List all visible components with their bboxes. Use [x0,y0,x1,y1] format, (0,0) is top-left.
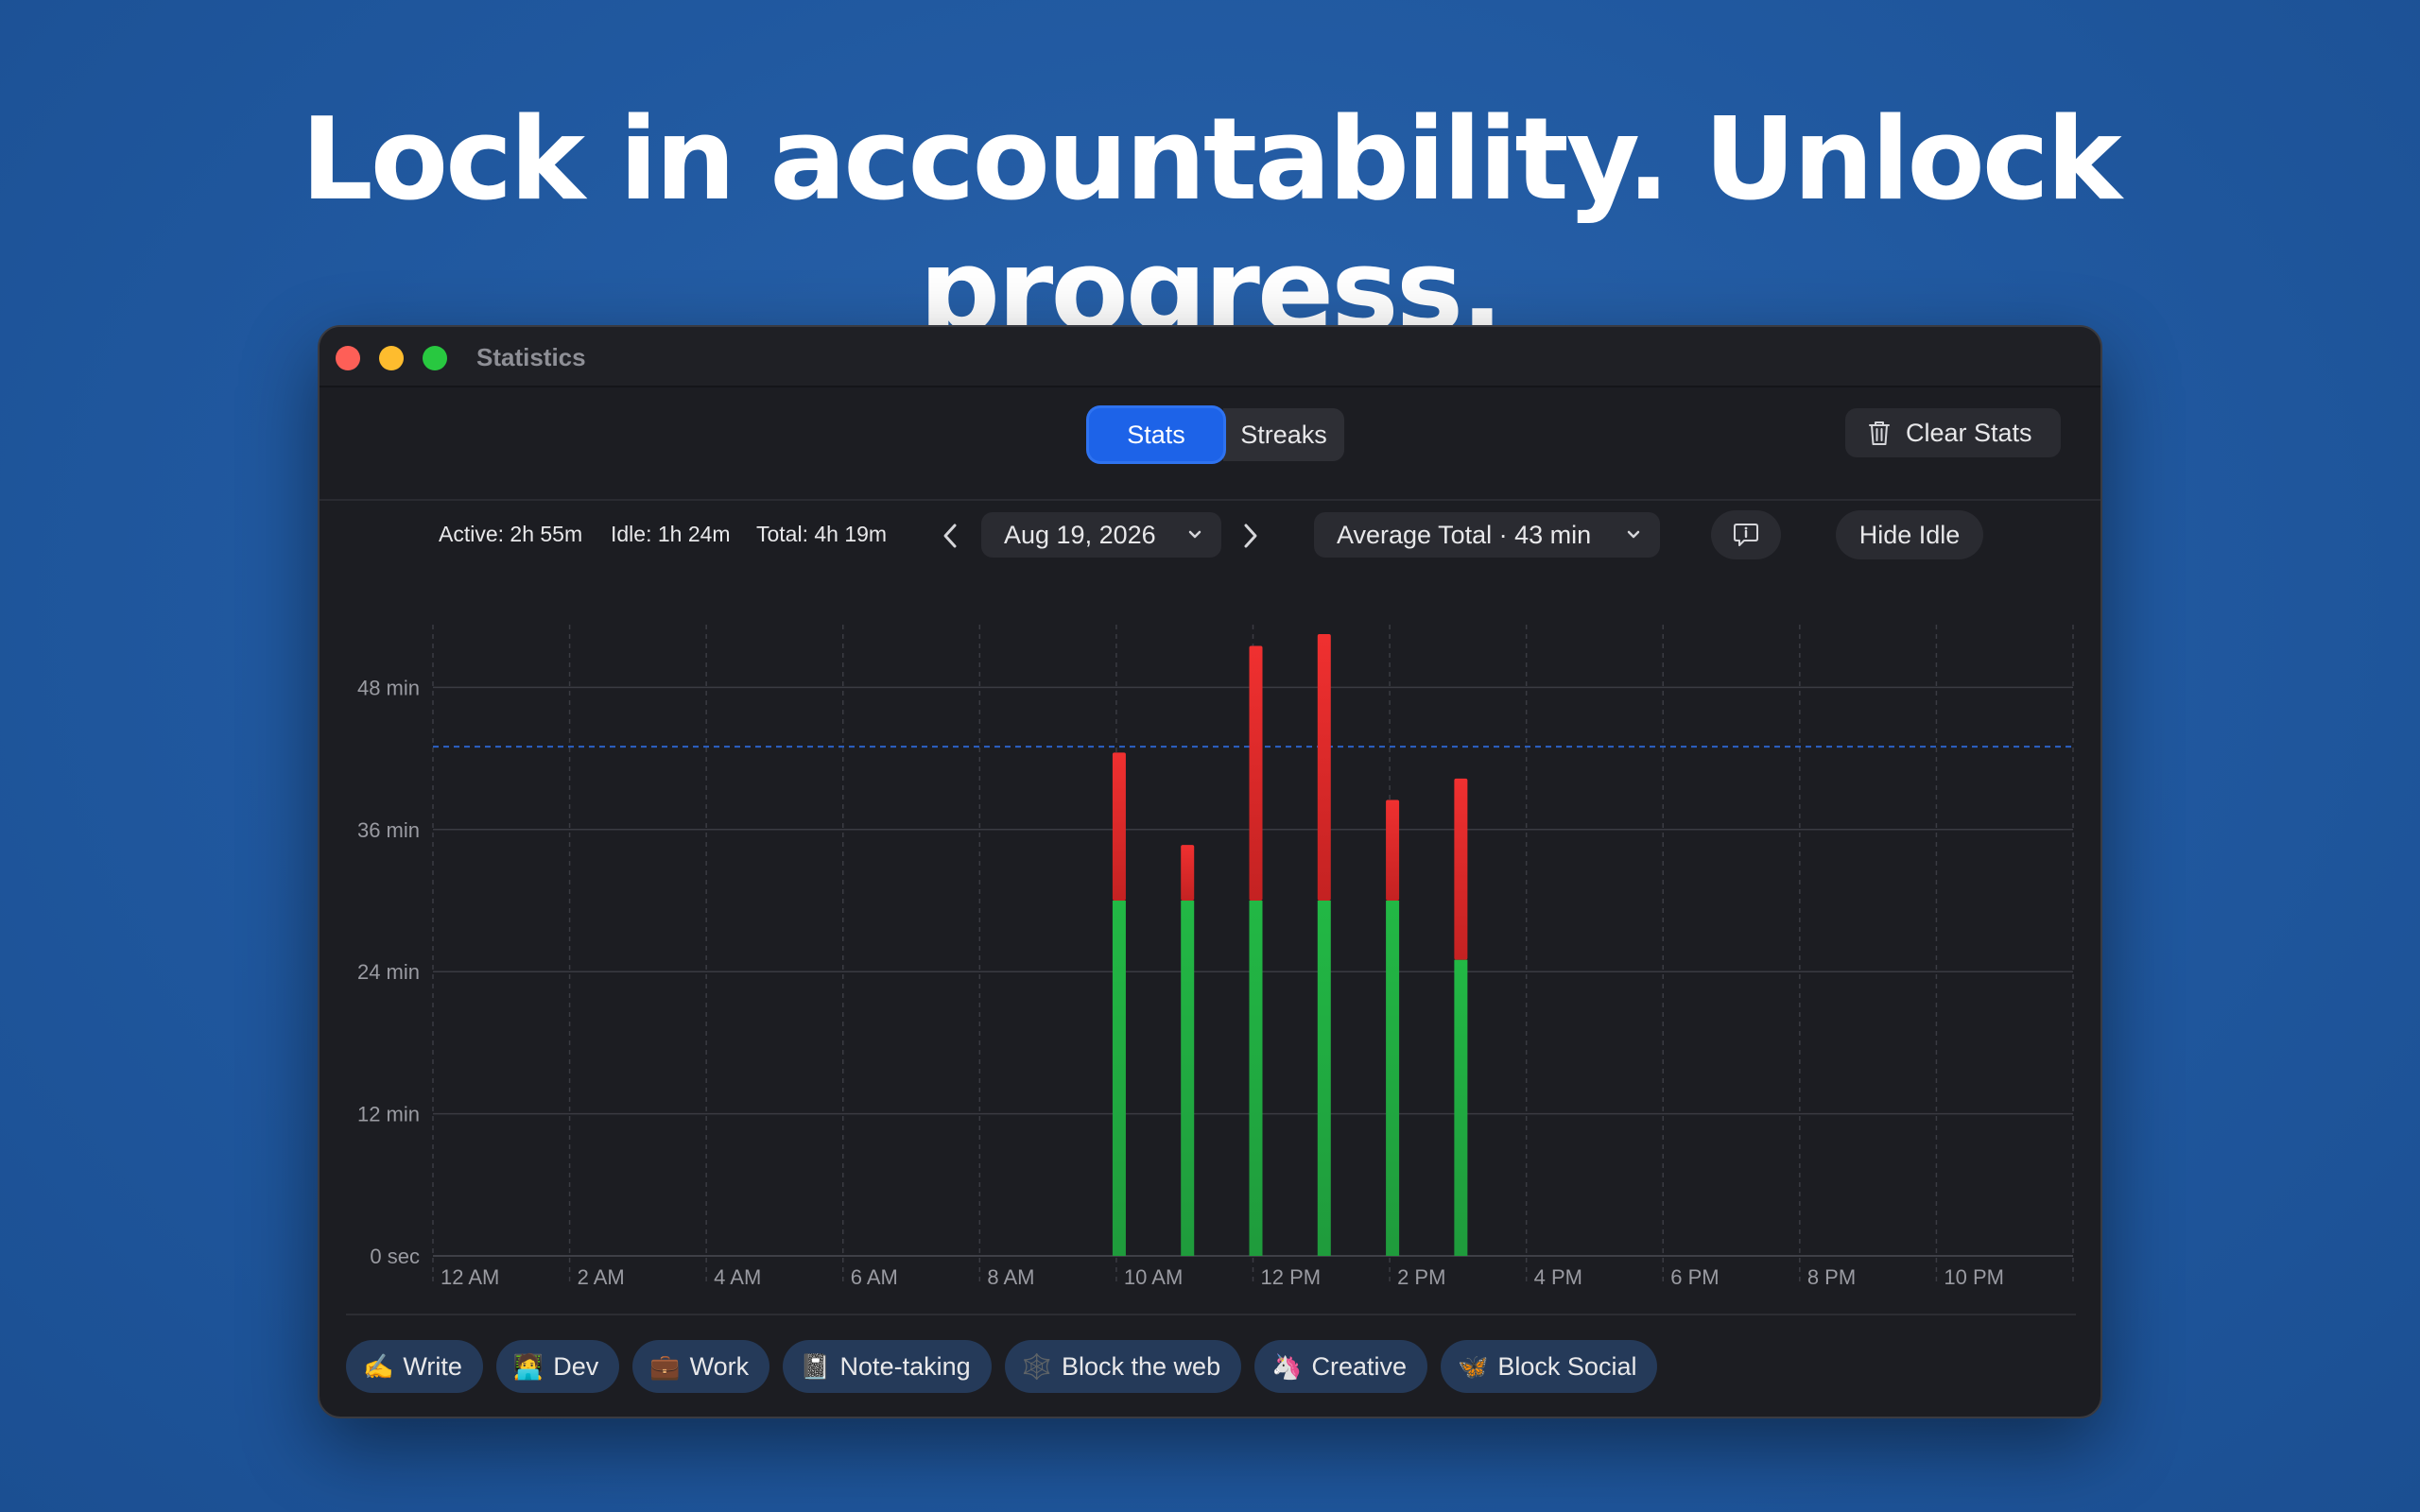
profile-label: Block Social [1497,1351,1637,1381]
x-tick-label: 2 PM [1397,1265,1445,1289]
idle-bar [1249,645,1263,901]
x-tick-label: 4 PM [1534,1265,1582,1289]
profile-chip[interactable]: 💼 Work [632,1340,770,1393]
x-tick-label: 8 PM [1807,1265,1856,1289]
profile-label: Dev [553,1351,599,1381]
idle-bar [1112,752,1126,901]
x-tick-label: 12 AM [441,1265,499,1289]
x-tick-label: 8 AM [987,1265,1034,1289]
idle-bar [1181,845,1195,901]
profile-chip[interactable]: 🦄 Creative [1254,1340,1428,1393]
profile-emoji-icon: ✍️ [363,1351,394,1381]
x-tick-label: 4 AM [714,1265,761,1289]
active-bar [1454,959,1468,1256]
profile-emoji-icon: 🕸️ [1021,1351,1052,1381]
hourly-activity-chart: 0 sec 12 min 24 min 36 min 48 min 12 AM 2 AM 4 … [357,625,2074,1289]
profile-emoji-icon: 📓 [800,1351,831,1381]
profile-label: Work [689,1351,750,1381]
statistics-window: Statistics Streaks Stats Clear Stats Act… [318,325,2102,1418]
profile-emoji-icon: 🧑‍💻 [512,1351,544,1381]
profile-label: Block the web [1062,1351,1221,1381]
x-tick-label: 6 PM [1670,1265,1719,1289]
idle-bar [1317,634,1331,901]
profile-chips: ✍️ Write 🧑‍💻 Dev 💼 Work 📓 Note-taking 🕸️ Block th… [346,1340,1658,1393]
y-tick-label: 12 min [357,1103,420,1126]
hero-headline: Lock in accountability. Unlock progress. [301,94,2121,357]
active-bar [1249,901,1263,1256]
profile-label: Creative [1311,1351,1408,1381]
divider [346,1314,2076,1315]
x-tick-label: 10 AM [1124,1265,1183,1289]
profile-label: Write [403,1351,462,1381]
x-tick-label: 12 PM [1261,1265,1322,1289]
y-tick-label: 0 sec [370,1245,420,1268]
active-bar [1317,901,1331,1256]
profile-emoji-icon: 💼 [649,1351,681,1381]
profile-chip[interactable]: 🧑‍💻 Dev [495,1340,620,1393]
profile-chip[interactable]: 🦋 Block Social [1441,1340,1658,1393]
profile-chip[interactable]: 📓 Note-taking [783,1340,992,1393]
active-bar [1181,901,1195,1256]
y-tick-label: 48 min [357,676,420,699]
profile-label: Note-taking [839,1351,971,1381]
idle-bar [1386,799,1400,901]
active-bar [1386,901,1400,1256]
active-bar [1112,901,1126,1256]
y-tick-label: 24 min [357,960,420,984]
profile-chip[interactable]: 🕸️ Block the web [1004,1340,1242,1393]
x-tick-label: 6 AM [851,1265,898,1289]
x-tick-label: 10 PM [1944,1265,2004,1289]
profile-chip[interactable]: ✍️ Write [346,1340,483,1393]
profile-emoji-icon: 🦄 [1271,1351,1303,1381]
x-tick-label: 2 AM [578,1265,625,1289]
y-tick-label: 36 min [357,818,420,842]
idle-bar [1454,778,1468,960]
profile-emoji-icon: 🦋 [1458,1351,1489,1381]
